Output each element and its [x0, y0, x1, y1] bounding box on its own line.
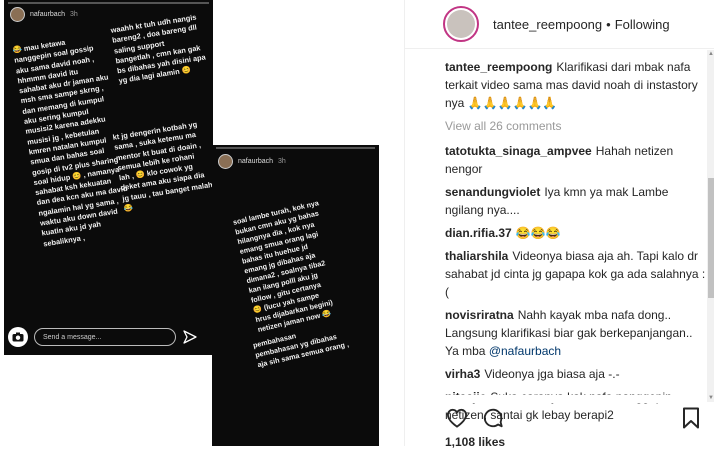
comment: thaliarshila Videonya biasa aja ah. Tapi …: [445, 247, 707, 301]
heart-icon[interactable]: [445, 406, 469, 430]
story-text-main: soal lambe turah, kok nya bukan cmn aku …: [232, 198, 334, 334]
scrollbar-thumb[interactable]: [708, 178, 714, 298]
send-icon[interactable]: [182, 329, 198, 345]
comment-username[interactable]: senandungviolet: [445, 185, 540, 199]
follow-status[interactable]: Following: [615, 17, 670, 32]
message-input[interactable]: Send a message...: [34, 328, 176, 346]
story-header: nafaurbach 3h: [218, 154, 286, 169]
mention-link[interactable]: @nafaurbach: [489, 344, 561, 358]
post-username[interactable]: tantee_reempoong: [493, 17, 602, 32]
story-time: 3h: [70, 11, 78, 18]
comments-list: tantee_reempoong Klarifikasi dari mbak na…: [445, 58, 707, 429]
post-panel: tantee_reempoong • Following tantee_reem…: [404, 0, 714, 449]
post-header: tantee_reempoong • Following: [405, 0, 714, 49]
story-header: nafaurbach 3h: [10, 7, 78, 22]
story-username[interactable]: nafaurbach: [30, 11, 65, 18]
story-text-right-top: waahh kt tuh udh nangis bareng2 , doa ba…: [110, 12, 207, 86]
comment: senandungviolet Iya kmn ya mak Lambe ngil…: [445, 183, 707, 219]
comment-text: Videonya jga biasa aja -.-: [484, 367, 620, 381]
post-actions: [445, 403, 703, 433]
bookmark-icon[interactable]: [679, 406, 703, 430]
scroll-up-arrow[interactable]: ▲: [707, 50, 714, 58]
story-progress-bar: [216, 147, 375, 149]
comments-scrollbar[interactable]: ▲ ▼: [707, 50, 714, 402]
comment-username[interactable]: novisriratna: [445, 308, 514, 322]
comment: novisriratna Nahh kayak mba nafa dong.. L…: [445, 306, 707, 360]
story-progress-bar: [8, 2, 209, 4]
likes-count[interactable]: 1,108 likes: [445, 435, 505, 449]
avatar[interactable]: [443, 6, 479, 42]
comment-username[interactable]: tatotukta_sinaga_ampvee: [445, 144, 592, 158]
comment: tatotukta_sinaga_ampvee Hahah netizen nen…: [445, 142, 707, 178]
comment-text: 😂😂😂: [515, 226, 561, 240]
story-screenshot-2: nafaurbach 3h soal lambe turah, kok nya …: [212, 145, 379, 446]
camera-icon[interactable]: [8, 327, 28, 347]
story-text-right-bottom: kt jg dengerin kotbah yg sama , suka ket…: [112, 119, 213, 214]
story-footer: Send a message...: [8, 326, 209, 348]
caption-username[interactable]: tantee_reempoong: [445, 60, 552, 74]
view-all-comments-link[interactable]: View all 26 comments: [445, 117, 707, 135]
comment-username[interactable]: virha3: [445, 367, 480, 381]
comment-username[interactable]: thaliarshila: [445, 249, 508, 263]
story-time: 3h: [278, 158, 286, 165]
story-screenshot-1: nafaurbach 3h 😂 mau ketawa nanggepin soa…: [4, 0, 213, 355]
avatar[interactable]: [218, 154, 233, 169]
comment: virha3 Videonya jga biasa aja -.-: [445, 365, 707, 383]
comment-icon[interactable]: [481, 406, 505, 430]
avatar-image: [447, 10, 475, 38]
comments-fade: [405, 395, 714, 403]
caption: tantee_reempoong Klarifikasi dari mbak na…: [445, 58, 707, 112]
scroll-down-arrow[interactable]: ▼: [707, 394, 714, 402]
comment: dian.rifia.37 😂😂😂: [445, 224, 707, 242]
avatar[interactable]: [10, 7, 25, 22]
story-username[interactable]: nafaurbach: [238, 158, 273, 165]
separator-dot: •: [606, 16, 611, 32]
comment-username[interactable]: dian.rifia.37: [445, 226, 512, 240]
